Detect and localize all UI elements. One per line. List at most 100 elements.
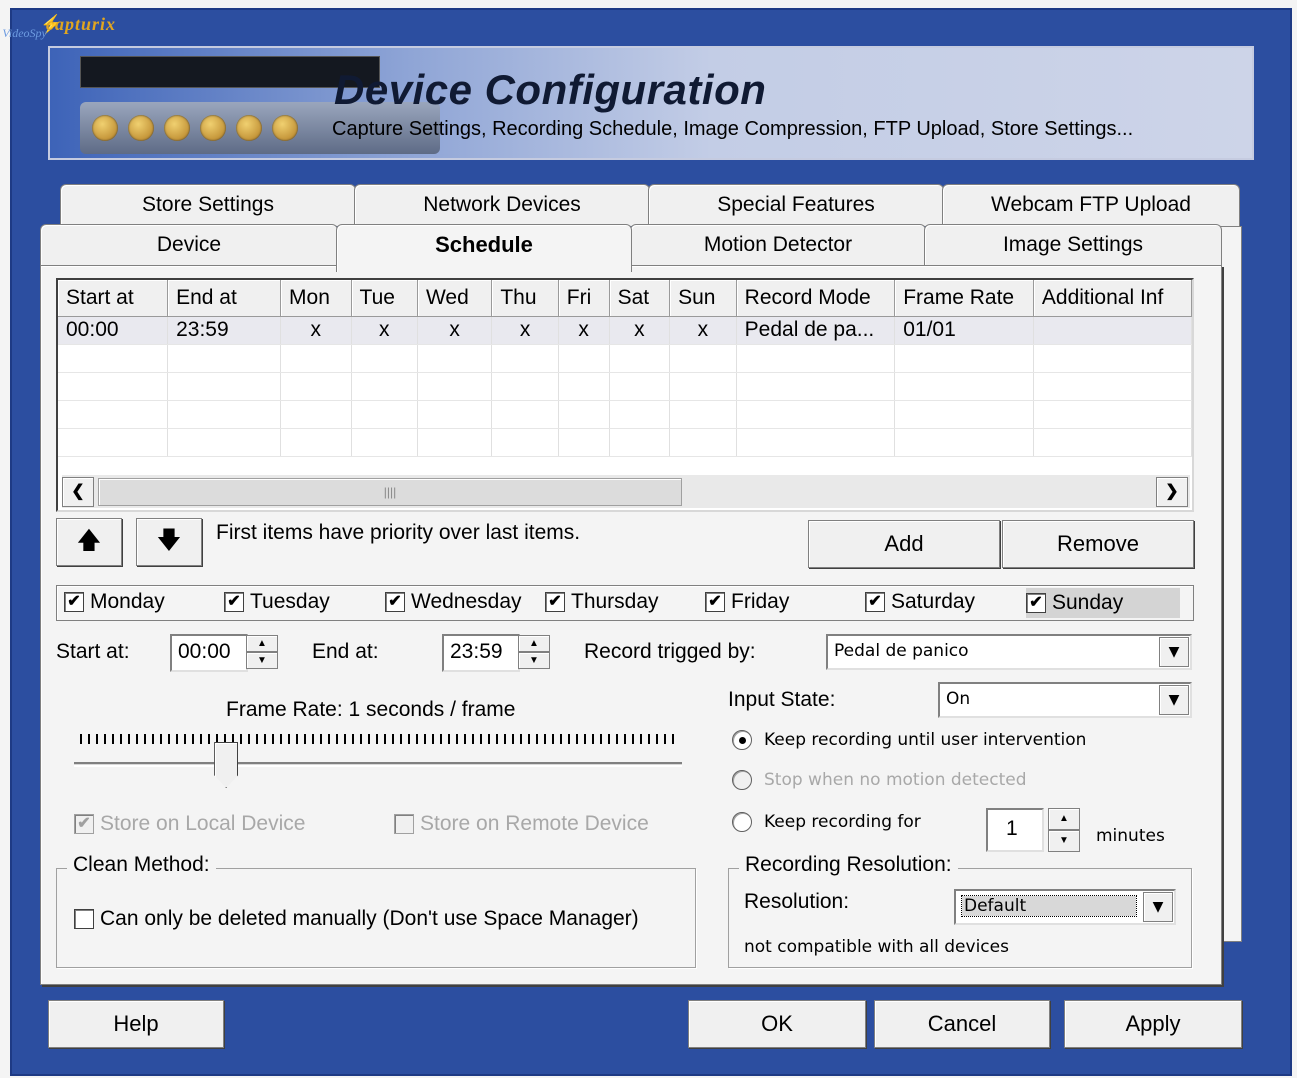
table-cell: 01/01: [894, 316, 1034, 345]
tab-network-devices[interactable]: Network Devices: [354, 184, 650, 226]
manual-delete-checkbox[interactable]: Can only be deleted manually (Don't use …: [74, 907, 639, 931]
column-header[interactable]: Record Mode: [736, 280, 896, 317]
day-checkbox-saturday[interactable]: ✔ Saturday: [865, 590, 975, 614]
day-checkbox-thursday[interactable]: ✔ Thursday: [545, 590, 659, 614]
logo-product: VideoSpy: [2, 25, 47, 40]
start-time-stepper[interactable]: ▲ ▼: [246, 635, 278, 669]
tool-icon: [272, 115, 298, 141]
spin-up-icon[interactable]: ▲: [246, 635, 278, 652]
tab-device[interactable]: Device: [40, 224, 338, 266]
move-up-button[interactable]: 🡅: [56, 518, 122, 566]
day-checkbox-wednesday[interactable]: ✔ Wednesday: [385, 590, 522, 614]
tab-image-settings[interactable]: Image Settings: [924, 224, 1222, 266]
table-row-empty: [58, 428, 1192, 457]
checkbox-check-icon: ✔: [545, 592, 565, 612]
tab-store-settings[interactable]: Store Settings: [60, 184, 356, 226]
tab-row-back: Store Settings Network Devices Special F…: [60, 184, 1242, 226]
day-checkbox-sunday[interactable]: ✔ Sunday: [1026, 588, 1180, 618]
column-header[interactable]: Fri: [558, 280, 610, 317]
start-at-label: Start at:: [56, 640, 130, 663]
column-header[interactable]: Start at: [58, 280, 169, 317]
cancel-button[interactable]: Cancel: [874, 1000, 1050, 1048]
frame-rate-label: Frame Rate: 1 seconds / frame: [226, 698, 516, 721]
tool-icon: [200, 115, 226, 141]
scroll-right-icon[interactable]: ❯: [1156, 477, 1188, 507]
tab-webcam-ftp-upload[interactable]: Webcam FTP Upload: [942, 184, 1240, 226]
minutes-label: minutes: [1096, 826, 1165, 846]
keep-minutes-stepper[interactable]: ▲ ▼: [1048, 808, 1080, 852]
spin-up-icon[interactable]: ▲: [518, 635, 550, 652]
column-header[interactable]: Additional Inf: [1033, 280, 1192, 317]
input-state-label: Input State:: [728, 688, 836, 711]
checkbox-check-icon: ✔: [865, 592, 885, 612]
end-time-field[interactable]: 23:59: [442, 634, 520, 672]
spin-up-icon[interactable]: ▲: [1048, 808, 1080, 830]
add-button[interactable]: Add: [808, 520, 1000, 568]
apply-button[interactable]: Apply: [1064, 1000, 1242, 1048]
table-row-empty: [58, 344, 1192, 373]
end-at-label: End at:: [312, 640, 379, 663]
table-cell: 00:00: [58, 316, 169, 345]
tab-panel-back: [1220, 226, 1242, 942]
frame-rate-slider[interactable]: [74, 728, 682, 792]
checkbox-check-icon: ✔: [385, 592, 405, 612]
column-header[interactable]: Mon: [280, 280, 352, 317]
page-subtitle: Capture Settings, Recording Schedule, Im…: [332, 118, 1134, 140]
group-label: Recording Resolution:: [739, 853, 958, 877]
column-header[interactable]: Thu: [491, 280, 559, 317]
scroll-thumb[interactable]: ||||: [98, 478, 682, 506]
slider-thumb[interactable]: [214, 742, 239, 788]
radio-stop-no-motion: Stop when no motion detected: [732, 770, 1027, 790]
day-checkbox-tuesday[interactable]: ✔ Tuesday: [224, 590, 330, 614]
remove-button[interactable]: Remove: [1002, 520, 1194, 568]
resolution-label: Resolution:: [744, 890, 850, 913]
camera-icon: [92, 115, 118, 141]
spin-down-icon[interactable]: ▼: [246, 652, 278, 669]
end-time-stepper[interactable]: ▲ ▼: [518, 635, 550, 669]
input-state-select[interactable]: On ▼: [938, 682, 1192, 718]
start-time-field[interactable]: 00:00: [170, 634, 248, 672]
tool-icon: [164, 115, 190, 141]
tab-special-features[interactable]: Special Features: [648, 184, 944, 226]
checkbox-check-icon: ✔: [705, 592, 725, 612]
column-header[interactable]: Wed: [417, 280, 493, 317]
checkbox-check-icon: ✔: [224, 592, 244, 612]
record-trigger-label: Record trigged by:: [584, 640, 756, 663]
tab-schedule[interactable]: Schedule: [336, 224, 632, 272]
help-button[interactable]: Help: [48, 1000, 224, 1048]
horizontal-scrollbar[interactable]: ❮ |||| ❯: [62, 474, 1190, 508]
record-trigger-select[interactable]: Pedal de panico ▼: [826, 634, 1192, 670]
column-header[interactable]: Frame Rate: [894, 280, 1034, 317]
ok-button[interactable]: OK: [688, 1000, 866, 1048]
spin-down-icon[interactable]: ▼: [518, 652, 550, 669]
keep-minutes-field[interactable]: 1: [986, 808, 1044, 852]
chevron-down-icon[interactable]: ▼: [1143, 892, 1173, 922]
column-header[interactable]: End at: [167, 280, 282, 317]
table-row-empty: [58, 372, 1192, 401]
radio-dot: [732, 730, 752, 750]
chevron-down-icon[interactable]: ▼: [1159, 685, 1189, 715]
scroll-left-icon[interactable]: ❮: [62, 477, 94, 507]
column-header[interactable]: Tue: [351, 280, 418, 317]
spin-down-icon[interactable]: ▼: [1048, 830, 1080, 852]
table-cell: [1033, 316, 1192, 345]
column-header[interactable]: Sun: [669, 280, 737, 317]
tab-motion-detector[interactable]: Motion Detector: [630, 224, 926, 266]
day-checkbox-friday[interactable]: ✔ Friday: [705, 590, 789, 614]
table-cell: x: [280, 316, 352, 345]
table-cell: x: [491, 316, 559, 345]
checkbox-check-icon: ✔: [1026, 593, 1046, 613]
checkbox-empty: [394, 814, 414, 834]
radio-keep-recording-for[interactable]: Keep recording for: [732, 812, 921, 832]
day-checkbox-monday[interactable]: ✔ Monday: [64, 590, 165, 614]
arrow-up-icon: 🡅: [76, 527, 102, 554]
resolution-select[interactable]: Default ▼: [954, 889, 1176, 925]
table-row[interactable]: 00:00 23:59 x x x x x x x Pedal de pa...…: [58, 316, 1192, 345]
table-cell: x: [351, 316, 418, 345]
column-header[interactable]: Sat: [609, 280, 671, 317]
radio-keep-until-intervention[interactable]: Keep recording until user intervention: [732, 730, 1086, 750]
move-down-button[interactable]: 🡇: [136, 518, 202, 566]
radio-dot: [732, 812, 752, 832]
resolution-note: not compatible with all devices: [744, 937, 1009, 957]
chevron-down-icon[interactable]: ▼: [1159, 637, 1189, 667]
